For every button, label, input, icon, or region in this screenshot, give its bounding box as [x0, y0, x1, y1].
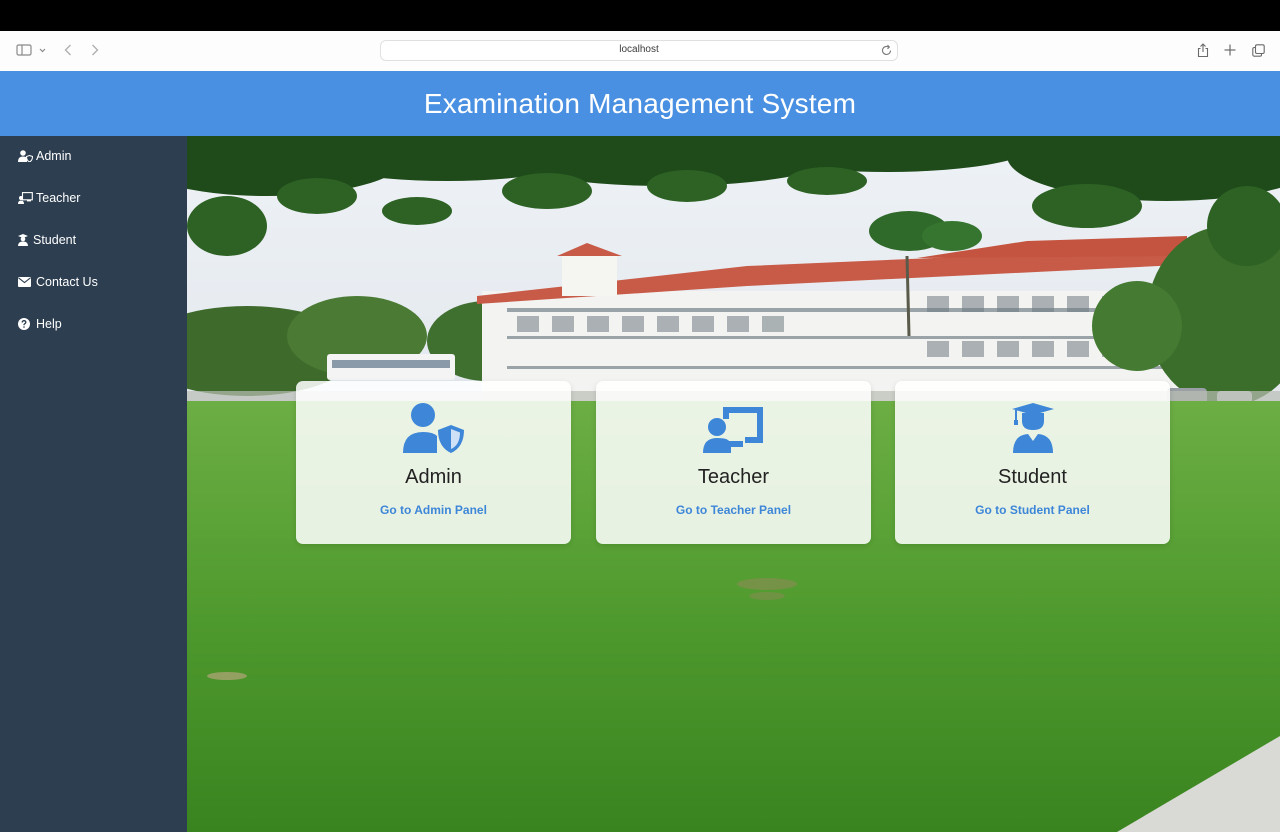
tab-overview-button[interactable]: [1251, 39, 1265, 61]
sidebar-item-label: Help: [36, 317, 62, 331]
sidebar-item-teacher[interactable]: Teacher: [18, 189, 80, 207]
admin-card[interactable]: Admin Go to Admin Panel: [296, 381, 571, 544]
new-tab-button[interactable]: [1223, 39, 1237, 61]
sidebar-icon: [16, 44, 46, 56]
share-icon: [1197, 42, 1209, 57]
chalkboard-teacher-icon: [18, 192, 33, 205]
app-header: Examination Management System: [0, 71, 1280, 136]
plus-icon: [1224, 44, 1236, 56]
page-title: Examination Management System: [423, 87, 857, 119]
sidebar-item-label: Contact Us: [36, 275, 98, 289]
sidebar-item-label: Teacher: [36, 191, 81, 205]
reload-icon[interactable]: [880, 44, 893, 57]
teacher-panel-link[interactable]: Go to Teacher Panel: [596, 503, 871, 517]
back-button[interactable]: [62, 39, 74, 61]
question-circle-icon: [18, 318, 33, 331]
sidebar-toggle-button[interactable]: [14, 39, 48, 61]
chalkboard-teacher-icon: [596, 403, 871, 455]
sidebar-item-help[interactable]: Help: [18, 315, 62, 333]
sidebar-item-contact-us[interactable]: Contact Us: [18, 273, 98, 291]
student-card[interactable]: Student Go to Student Panel: [895, 381, 1170, 544]
address-bar[interactable]: localhost: [380, 40, 898, 61]
share-button[interactable]: [1196, 39, 1210, 61]
envelope-icon: [18, 276, 33, 289]
chevron-right-icon: [92, 44, 99, 56]
card-title: Admin: [405, 466, 462, 488]
sidebar-item-label: Student: [33, 233, 77, 247]
sidebar-item-student[interactable]: Student: [18, 231, 76, 249]
url-text: localhost: [619, 44, 659, 55]
card-title: Student: [998, 466, 1067, 488]
admin-panel-link[interactable]: Go to Admin Panel: [296, 503, 571, 517]
user-graduate-icon: [18, 234, 30, 247]
user-shield-icon: [18, 150, 33, 163]
browser-toolbar: localhost: [0, 31, 1280, 72]
sidebar-item-label: Admin: [36, 149, 72, 163]
forward-button[interactable]: [89, 39, 101, 61]
teacher-card[interactable]: Teacher Go to Teacher Panel: [596, 381, 871, 544]
user-shield-icon: [296, 403, 571, 455]
card-title: Teacher: [697, 466, 770, 488]
chevron-left-icon: [64, 44, 71, 56]
screen-top-bar: [0, 0, 1280, 31]
tabs-icon: [1251, 43, 1265, 57]
student-panel-link[interactable]: Go to Student Panel: [895, 503, 1170, 517]
sidebar-item-admin[interactable]: Admin: [18, 147, 71, 165]
user-graduate-icon: [895, 403, 1170, 455]
sidebar: Admin Teacher Student Contact Us Help: [0, 136, 187, 832]
